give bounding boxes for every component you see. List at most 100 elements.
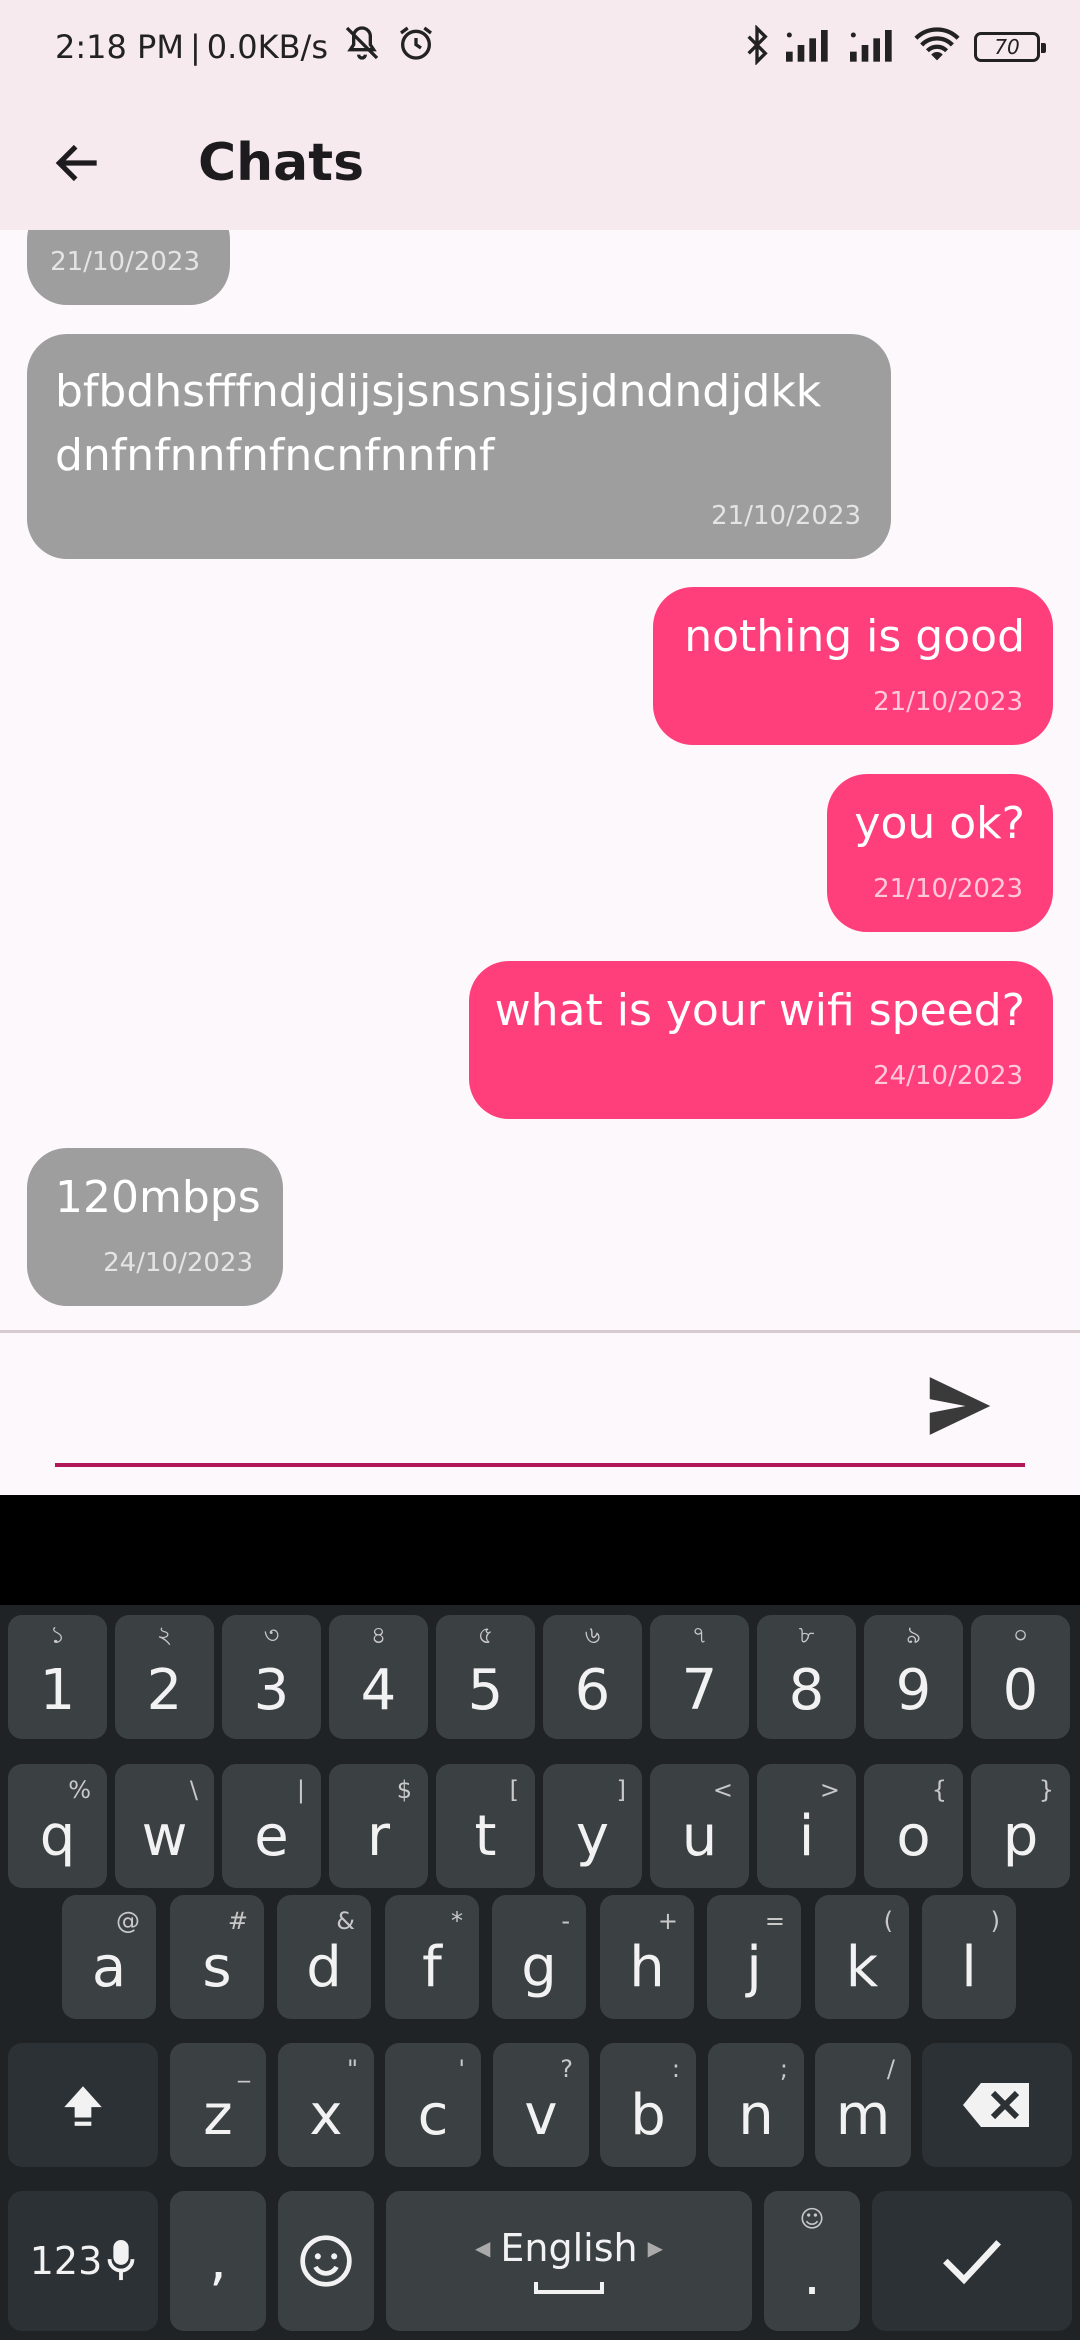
key-hint: ; <box>779 2055 788 2083</box>
key-label: e <box>254 1804 289 1869</box>
key-hint: } <box>1038 1776 1054 1804</box>
key-7[interactable]: ৭7 <box>650 1615 749 1739</box>
numbers-key-label: 123 <box>29 2239 103 2283</box>
key-hint: { <box>931 1776 947 1804</box>
key-o[interactable]: {o <box>864 1764 963 1888</box>
message-bubble-received[interactable]: bfbdhsfffndjdijsjsnsnsjjsjdndndjdkk dnfn… <box>27 334 891 559</box>
key-label: v <box>524 2083 558 2148</box>
key-label: m <box>835 2083 891 2148</box>
key-b[interactable]: :b <box>600 2043 696 2167</box>
key-label: i <box>798 1804 815 1869</box>
key-u[interactable]: < u <box>650 1764 749 1888</box>
bluetooth-icon <box>742 24 772 69</box>
status-left: 2:18 PM | 0.0KB/s <box>55 25 436 69</box>
key-label: g <box>521 1935 557 2000</box>
enter-key[interactable] <box>872 2191 1072 2331</box>
key-label: w <box>141 1804 188 1869</box>
key-4[interactable]: ৪4 <box>329 1615 428 1739</box>
key-1[interactable]: ১1 <box>8 1615 107 1739</box>
space-key[interactable]: ◀ English ▶ <box>386 2191 752 2331</box>
message-bubble-sent[interactable]: you ok? 21/10/2023 <box>827 774 1053 932</box>
key-6[interactable]: ৬6 <box>543 1615 642 1739</box>
key-0[interactable]: ০0 <box>971 1615 1070 1739</box>
key-label: p <box>1002 1804 1039 1869</box>
status-right: 70 <box>742 24 1046 69</box>
key-r[interactable]: $ r <box>329 1764 428 1888</box>
message-bubble-sent[interactable]: what is your wifi speed? 24/10/2023 <box>469 961 1053 1119</box>
key-hint: ৯ <box>905 1621 922 1649</box>
key-y[interactable]: ] y <box>543 1764 642 1888</box>
key-hint: " <box>346 2055 358 2083</box>
key-hint: # <box>227 1907 248 1935</box>
key-x[interactable]: " x <box>278 2043 374 2167</box>
key-f[interactable]: * f <box>385 1895 479 2019</box>
message-date: 24/10/2023 <box>103 1248 253 1278</box>
key-v[interactable]: ? v <box>493 2043 589 2167</box>
key-hint: ৪ <box>370 1621 387 1649</box>
key-3[interactable]: ৩3 <box>222 1615 321 1739</box>
key-h[interactable]: + h <box>600 1895 694 2019</box>
key-n[interactable]: ; n <box>708 2043 804 2167</box>
key-p[interactable]: } p <box>971 1764 1070 1888</box>
key-z[interactable]: _ z <box>170 2043 266 2167</box>
key-9[interactable]: ৯9 <box>864 1615 963 1739</box>
key-e[interactable]: | e <box>222 1764 321 1888</box>
key-i[interactable]: > i <box>757 1764 856 1888</box>
key-s[interactable]: # s <box>170 1895 264 2019</box>
key-l[interactable]: ) l <box>922 1895 1016 2019</box>
send-button[interactable] <box>920 1368 1000 1443</box>
arrow-left-icon <box>55 144 97 181</box>
shift-key[interactable] <box>8 2043 158 2167</box>
key-hint: % <box>68 1776 91 1804</box>
key-c[interactable]: ' c <box>385 2043 481 2167</box>
key-label: 1 <box>39 1658 76 1723</box>
key-m[interactable]: / m <box>815 2043 911 2167</box>
message-bubble-received[interactable]: 120mbps 24/10/2023 <box>27 1148 283 1306</box>
key-label: o <box>896 1804 931 1869</box>
key-label: x <box>309 2083 343 2148</box>
key-a[interactable]: @ a <box>62 1895 156 2019</box>
message-text: nothing is good <box>684 611 1025 662</box>
battery-level: 70 <box>994 35 1020 59</box>
key-hint: ০ <box>1012 1621 1029 1649</box>
message-bubble-received[interactable]: 21/10/2023 <box>27 230 230 305</box>
key-hint: & <box>336 1907 355 1935</box>
key-label: z <box>203 2083 233 2148</box>
numbers-key[interactable]: 123 <box>8 2191 158 2331</box>
message-input[interactable] <box>55 1363 1025 1453</box>
emoji-key[interactable] <box>278 2191 374 2331</box>
space-bar-icon <box>534 2282 604 2294</box>
message-bubble-sent[interactable]: nothing is good 21/10/2023 <box>653 587 1053 745</box>
key-hint: ৩ <box>263 1621 280 1649</box>
key-hint: \ <box>189 1776 198 1804</box>
message-date: 21/10/2023 <box>873 874 1023 904</box>
soft-keyboard: 123 , ◀ English ▶ ☺ . ১1২2৩3৪4৫5৬6৭7৮8৯9… <box>0 1605 1080 2340</box>
period-key[interactable]: ☺ . <box>764 2191 860 2331</box>
key-label: b <box>630 2083 666 2148</box>
back-button[interactable] <box>40 125 115 200</box>
key-label: f <box>422 1935 442 2000</box>
key-label: r <box>366 1804 391 1869</box>
key-label: 8 <box>788 1658 825 1723</box>
key-label: 9 <box>895 1658 932 1723</box>
message-list[interactable]: 21/10/2023 bfbdhsfffndjdijsjsnsnsjjsjdnd… <box>0 230 1080 1330</box>
app-bar: Chats <box>0 95 1080 230</box>
comma-key[interactable]: , <box>170 2191 266 2331</box>
key-hint: _ <box>238 2055 250 2083</box>
key-q[interactable]: % q <box>8 1764 107 1888</box>
key-w[interactable]: \ w <box>115 1764 214 1888</box>
key-d[interactable]: & d <box>277 1895 371 2019</box>
key-hint: + <box>657 1907 678 1935</box>
backspace-key[interactable] <box>922 2043 1072 2167</box>
key-j[interactable]: = j <box>707 1895 801 2019</box>
key-hint: ৭ <box>691 1621 708 1649</box>
key-8[interactable]: ৮8 <box>757 1615 856 1739</box>
key-k[interactable]: (k <box>815 1895 909 2019</box>
key-g[interactable]: -g <box>492 1895 586 2019</box>
key-5[interactable]: ৫5 <box>436 1615 535 1739</box>
key-2[interactable]: ২2 <box>115 1615 214 1739</box>
key-label: q <box>39 1804 76 1869</box>
key-t[interactable]: [t <box>436 1764 535 1888</box>
message-date: 21/10/2023 <box>873 687 1023 717</box>
caret-left-icon: ◀ <box>475 2236 491 2260</box>
